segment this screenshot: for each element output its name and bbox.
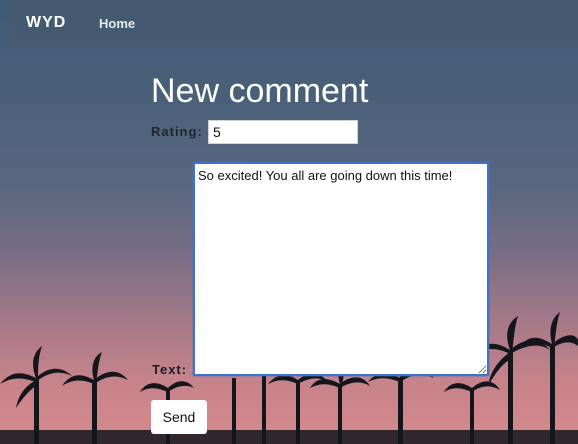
rating-label: Rating: (151, 124, 203, 139)
page-title: New comment (151, 72, 369, 110)
nav-home-link[interactable]: Home (99, 16, 135, 31)
comment-text-input[interactable]: So excited! You all are going down this … (193, 162, 489, 376)
send-button[interactable]: Send (151, 400, 207, 434)
brand-logo[interactable]: WYD (26, 14, 66, 32)
rating-input[interactable] (208, 120, 358, 144)
navbar: WYD Home (10, 0, 578, 48)
text-label: Text: (152, 362, 188, 377)
page: WYD Home New comment Rating: Text: So ex… (0, 0, 578, 444)
